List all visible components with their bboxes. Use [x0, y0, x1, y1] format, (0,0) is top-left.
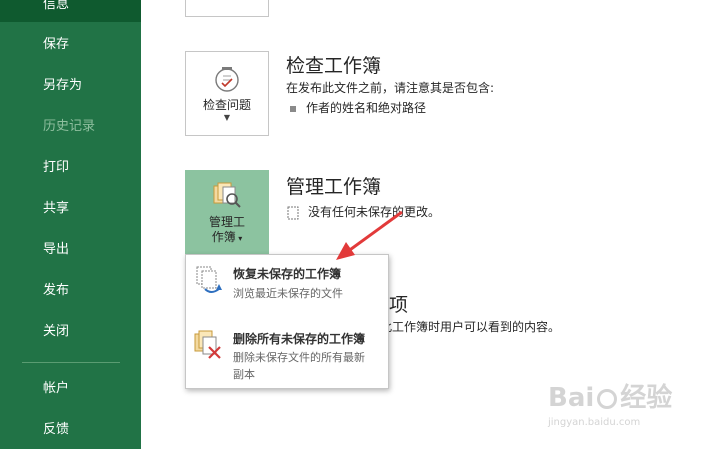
recover-file-icon: [196, 266, 222, 293]
bullet-icon: [290, 105, 296, 112]
manage-workbook-label-2: 作簿 ▾: [211, 230, 243, 244]
backstage-sidebar: 信息 保存 另存为 历史记录 打印 共享 导出 发布 关闭 帐户 反馈: [0, 0, 141, 449]
watermark-url: jingyan.baidu.com: [548, 417, 641, 428]
chevron-down-icon: ▼: [223, 113, 231, 122]
manage-workbook-dropdown: 恢复未保存的工作簿 浏览最近未保存的文件 删除所有未保存的工作簿 删除未保存文件…: [185, 254, 389, 389]
watermark-brand-tail: 经验: [620, 383, 673, 413]
delete-unsaved-subtitle: 删除未保存文件的所有最新副本: [233, 351, 365, 381]
sidebar-item-export[interactable]: 导出: [0, 233, 141, 267]
manage-workbook-icon: [213, 182, 241, 208]
sidebar-item-publish[interactable]: 发布: [0, 274, 141, 308]
document-icon: [287, 206, 299, 219]
sidebar-item-share[interactable]: 共享: [0, 192, 141, 226]
previous-section-tile[interactable]: [185, 0, 269, 17]
inspect-bullet-item: 作者的姓名和绝对路径: [290, 99, 426, 116]
inspect-issues-button[interactable]: 检查问题 ▼: [185, 51, 269, 136]
watermark-brand: Bai: [548, 383, 595, 413]
manage-status-text: 没有任何未保存的更改。: [308, 205, 441, 219]
recover-unsaved-title: 恢复未保存的工作簿: [233, 267, 342, 281]
sidebar-item-save[interactable]: 保存: [0, 28, 141, 62]
manage-workbook-status: 没有任何未保存的更改。: [287, 203, 440, 220]
sidebar-divider: [22, 362, 120, 363]
manage-workbook-button[interactable]: 管理工 作簿 ▾: [185, 170, 269, 256]
hidden-section-description: 此工作簿时用户可以看到的内容。: [380, 320, 561, 334]
recover-unsaved-subtitle: 浏览最近未保存的文件: [233, 287, 343, 300]
baidu-watermark: Bai 经验 jingyan.baidu.com: [548, 383, 672, 428]
sidebar-item-account[interactable]: 帐户: [0, 372, 141, 406]
sidebar-item-save-as[interactable]: 另存为: [0, 69, 141, 103]
inspect-document-icon: [215, 67, 239, 92]
manage-workbook-label-1: 管理工: [208, 215, 245, 229]
sidebar-item-history: 历史记录: [43, 119, 96, 134]
sidebar-item-close[interactable]: 关闭: [0, 315, 141, 349]
delete-unsaved-item[interactable]: 删除所有未保存的工作簿 删除未保存文件的所有最新副本: [186, 323, 388, 387]
inspect-workbook-description: 在发布此文件之前，请注意其是否包含:: [286, 81, 495, 95]
sidebar-item-info[interactable]: 信息: [0, 0, 141, 22]
manage-workbook-title: 管理工作簿: [286, 176, 382, 198]
sidebar-item-feedback[interactable]: 反馈: [0, 413, 141, 447]
sidebar-item-print[interactable]: 打印: [0, 151, 141, 185]
paw-icon: [597, 388, 618, 409]
inspect-workbook-title: 检查工作簿: [286, 55, 382, 77]
inspect-issues-label: 检查问题: [202, 98, 251, 112]
delete-file-icon: [194, 330, 221, 359]
chevron-down-icon: ▾: [235, 234, 243, 243]
inspect-bullet-text: 作者的姓名和绝对路径: [306, 101, 427, 115]
delete-unsaved-title: 删除所有未保存的工作簿: [233, 332, 366, 346]
recover-unsaved-item[interactable]: 恢复未保存的工作簿 浏览最近未保存的文件: [186, 255, 388, 317]
